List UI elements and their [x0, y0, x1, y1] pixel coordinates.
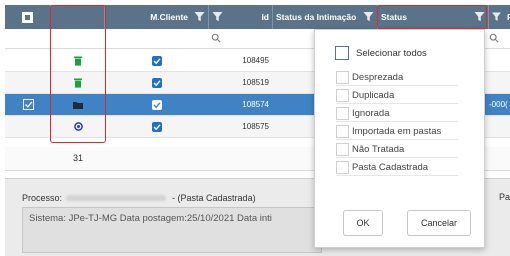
option-label: Pasta Cadastrada: [352, 162, 429, 173]
option-checkbox[interactable]: [336, 161, 349, 174]
action-cell[interactable]: [51, 50, 105, 71]
select-all-option[interactable]: Selecionar todos: [335, 46, 427, 60]
ok-button[interactable]: OK: [343, 210, 383, 236]
header-status-intimacao-cell[interactable]: Status da Intimação: [273, 5, 378, 29]
header-status-cell[interactable]: Status: [378, 5, 489, 29]
select-all-checkbox[interactable]: [335, 46, 349, 60]
record-count: 31: [73, 153, 84, 163]
header-status-label: Status: [381, 12, 407, 22]
filter-funnel-icon[interactable]: [492, 12, 501, 22]
id-cell: 108495: [242, 56, 269, 65]
cancel-button[interactable]: Cancelar: [407, 210, 471, 236]
mcliente-checkbox[interactable]: [152, 121, 162, 132]
option-checkbox[interactable]: [336, 143, 349, 156]
action-cell[interactable]: [51, 72, 105, 93]
folder-icon[interactable]: [73, 101, 83, 109]
action-cell[interactable]: [51, 116, 105, 137]
header-extra-cell[interactable]: Pasta: [489, 5, 510, 29]
process-line: Processo: - (Pasta Cadastrada): [22, 193, 256, 203]
redacted-process-number: [66, 195, 167, 201]
option-label: Importada em pastas: [352, 126, 442, 137]
id-cell: 108574: [242, 100, 269, 109]
filter-option[interactable]: Duplicada: [336, 88, 458, 104]
trash-icon[interactable]: [74, 78, 82, 88]
id-cell: 108519: [242, 78, 269, 87]
filter-option[interactable]: Não Tratada: [336, 142, 458, 158]
header-mcliente-cell[interactable]: M.Cliente: [105, 5, 209, 29]
option-checkbox[interactable]: [336, 107, 349, 120]
mcliente-cell[interactable]: [105, 94, 209, 115]
option-checkbox[interactable]: [336, 125, 349, 138]
mcliente-cell[interactable]: [105, 116, 209, 137]
panel-right-label: Pa: [499, 192, 510, 202]
filter-option[interactable]: Desprezada: [336, 70, 458, 86]
filter-funnel-icon[interactable]: [363, 12, 374, 22]
filter-option[interactable]: Ignorada: [336, 106, 458, 122]
search-icon[interactable]: [211, 33, 221, 43]
filter-option[interactable]: Pasta Cadastrada: [336, 160, 458, 176]
row-select-cell[interactable]: [5, 94, 51, 115]
trash-icon[interactable]: [74, 56, 82, 66]
header-status-intimacao-label: Status da Intimação: [276, 12, 357, 22]
grid-header: M.Cliente Id Status da Intimação Status …: [5, 5, 510, 29]
id-cell: 108575: [242, 122, 269, 131]
header-select-all-cell[interactable]: [5, 5, 51, 29]
select-all-checkbox[interactable]: [22, 11, 33, 23]
mcliente-checkbox[interactable]: [152, 77, 162, 88]
option-label: Duplicada: [352, 90, 395, 101]
option-label: Ignorada: [352, 108, 390, 119]
header-extra-label: Pasta: [507, 12, 510, 22]
action-cell[interactable]: [51, 94, 105, 115]
option-checkbox[interactable]: [336, 71, 349, 84]
search-icon[interactable]: [489, 33, 499, 43]
mcliente-checkbox[interactable]: [152, 99, 162, 110]
process-label: Processo:: [22, 193, 63, 203]
option-label: Não Tratada: [352, 144, 405, 155]
filter-funnel-icon[interactable]: [194, 12, 205, 22]
header-id-label: Id: [261, 12, 269, 22]
mcliente-cell[interactable]: [105, 50, 209, 71]
mcliente-cell[interactable]: [105, 72, 209, 93]
header-actions-cell: [51, 5, 105, 29]
option-checkbox[interactable]: [336, 89, 349, 102]
process-suffix: - (Pasta Cadastrada): [172, 193, 256, 203]
status-filter-dropdown: Selecionar todos Desprezada Duplicada Ig…: [314, 29, 485, 248]
target-icon[interactable]: [73, 122, 83, 131]
row-select-checkbox[interactable]: [22, 99, 34, 110]
filter-funnel-icon[interactable]: [474, 12, 485, 22]
intimation-text-box[interactable]: Sistema: JPe-TJ-MG Data postagem:25/10/2…: [22, 207, 322, 253]
filter-option[interactable]: Importada em pastas: [336, 124, 458, 140]
option-label: Desprezada: [352, 72, 404, 83]
filter-funnel-icon[interactable]: [212, 12, 223, 22]
trailing-cell: -000(: [489, 100, 508, 109]
header-id-cell[interactable]: Id: [209, 5, 273, 29]
header-mcliente-label: M.Cliente: [150, 12, 188, 22]
select-all-label: Selecionar todos: [356, 47, 427, 59]
mcliente-checkbox[interactable]: [152, 55, 162, 66]
